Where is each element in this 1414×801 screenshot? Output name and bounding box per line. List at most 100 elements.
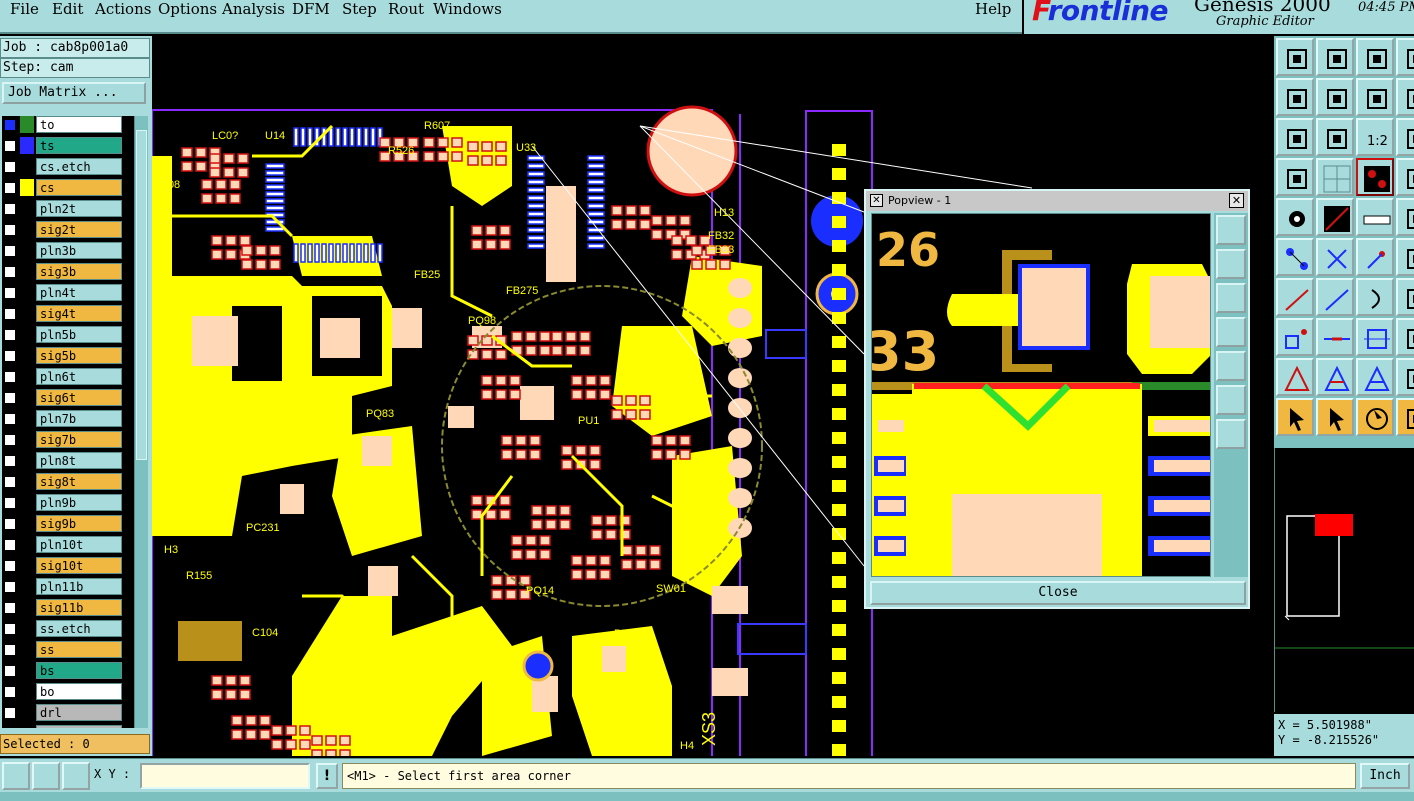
layer-row[interactable]: pln5b [2, 326, 122, 344]
units-button[interactable]: Inch [1360, 763, 1410, 789]
triangle-a-icon[interactable] [1276, 358, 1314, 396]
layer-color-swatch[interactable] [20, 158, 34, 175]
popview-tool-zoom-out-icon[interactable] [1216, 419, 1246, 449]
layer-checkbox[interactable] [4, 392, 16, 404]
cut-icon[interactable] [1316, 198, 1354, 236]
popview-tool-pan-left-icon[interactable] [1216, 317, 1246, 347]
menu-options[interactable]: Options [158, 0, 217, 18]
connect-icon[interactable] [1276, 238, 1314, 276]
layer-name[interactable]: sig6t [36, 389, 122, 406]
layer-color-swatch[interactable] [20, 494, 34, 511]
layer-up-icon[interactable] [1276, 38, 1314, 76]
triangle-b-icon[interactable] [1316, 358, 1354, 396]
layer-row[interactable]: pln7b [2, 410, 122, 428]
layer-checkbox[interactable] [4, 329, 16, 341]
layer-name[interactable]: sig11b [36, 599, 122, 616]
layer-name[interactable]: ss.etch [36, 620, 122, 637]
layer-color-swatch[interactable] [20, 662, 34, 679]
layer-checkbox[interactable] [4, 497, 16, 509]
popview-tool-pan-right-icon[interactable] [1216, 351, 1246, 381]
layer-row[interactable]: pln10t [2, 536, 122, 554]
measure-mode-icon[interactable] [32, 762, 60, 790]
layer-checkbox[interactable] [4, 266, 16, 278]
menu-step[interactable]: Step [342, 0, 377, 18]
layer-name[interactable]: cs.etch [36, 158, 122, 175]
layer-checkbox[interactable] [4, 350, 16, 362]
zoom-center-icon[interactable] [1316, 118, 1354, 156]
layer-color-swatch[interactable] [20, 431, 34, 448]
layer-name[interactable]: bs [36, 662, 122, 679]
menu-analysis[interactable]: Analysis [222, 0, 285, 18]
layer-checkbox[interactable] [4, 602, 16, 614]
zoom-1to1-icon[interactable]: 1:2 [1356, 118, 1394, 156]
layer-name[interactable]: pln5b [36, 326, 122, 343]
layer-checkbox[interactable] [4, 287, 16, 299]
layer-checkbox[interactable] [4, 707, 16, 719]
popview-tool-pan-down-icon[interactable] [1216, 283, 1246, 313]
move-icon[interactable] [1276, 318, 1314, 356]
layer-color-swatch[interactable] [20, 284, 34, 301]
pointer-rotate-icon[interactable] [1356, 398, 1394, 436]
layer-row[interactable]: pln4t [2, 284, 122, 302]
popview-tool-pan-up-icon[interactable] [1216, 249, 1246, 279]
menu-help[interactable]: Help [975, 0, 1011, 18]
grid-icon[interactable] [1316, 158, 1354, 196]
cross-icon[interactable] [1316, 238, 1354, 276]
layer-name[interactable]: cs [36, 179, 122, 196]
layer-row[interactable]: pln11b [2, 578, 122, 596]
layer-row[interactable]: cs [2, 179, 122, 197]
line-icon[interactable] [1276, 278, 1314, 316]
pointer-4-icon[interactable] [1396, 398, 1414, 436]
layer-color-swatch[interactable] [20, 452, 34, 469]
menu-actions[interactable]: Actions [95, 0, 151, 18]
popview-tool-fit-icon[interactable] [1216, 215, 1246, 245]
layer-checkbox[interactable] [4, 413, 16, 425]
popview-window[interactable]: ✕ Popview - 1 ✕ 26 33 [864, 189, 1250, 609]
scrollbar-thumb[interactable] [136, 130, 147, 460]
triangle-c-icon[interactable] [1356, 358, 1394, 396]
layer-row[interactable]: ss.etch [2, 620, 122, 638]
layer-name[interactable]: sig10t [36, 557, 122, 574]
layer-color-swatch[interactable] [20, 179, 34, 196]
layer-row[interactable]: sig10t [2, 557, 122, 575]
layer-color-swatch[interactable] [20, 473, 34, 490]
layer-color-swatch[interactable] [20, 620, 34, 637]
snap-icon[interactable] [1356, 318, 1394, 356]
layer-name[interactable]: pln7b [36, 410, 122, 427]
layer-color-swatch[interactable] [20, 410, 34, 427]
layer-color-swatch[interactable] [20, 704, 34, 721]
pad-icon[interactable] [1276, 198, 1314, 236]
pointer-icon[interactable] [1276, 398, 1314, 436]
layer-name[interactable]: sig8t [36, 473, 122, 490]
menu-dfm[interactable]: DFM [292, 0, 330, 18]
zoom-4-icon[interactable] [1396, 118, 1414, 156]
job-matrix-button[interactable]: Job Matrix ... [2, 82, 146, 104]
layer-checkbox[interactable] [4, 308, 16, 320]
layer-row[interactable]: ss [2, 641, 122, 659]
layer-color-swatch[interactable] [20, 368, 34, 385]
overview-map[interactable] [1274, 448, 1414, 712]
layer-color-swatch[interactable] [20, 242, 34, 259]
layer-checkbox[interactable] [4, 203, 16, 215]
snap-4-icon[interactable] [1396, 318, 1414, 356]
layer-name[interactable]: pln3b [36, 242, 122, 259]
layer-row[interactable]: sig2t [2, 221, 122, 239]
layer-color-swatch[interactable] [20, 683, 34, 700]
layer-checkbox[interactable] [4, 644, 16, 656]
layer-name[interactable]: sig5b [36, 347, 122, 364]
layer-color-swatch[interactable] [20, 347, 34, 364]
layer-row[interactable]: pln6t [2, 368, 122, 386]
layer-name[interactable]: sig7b [36, 431, 122, 448]
layer-row[interactable]: sig5b [2, 347, 122, 365]
layer-color-swatch[interactable] [20, 137, 34, 154]
layer-name[interactable]: pln8t [36, 452, 122, 469]
layer-row[interactable]: sig3b [2, 263, 122, 281]
layer-checkbox[interactable] [4, 224, 16, 236]
layer-row[interactable]: sig7b [2, 431, 122, 449]
arc-4-icon[interactable] [1396, 278, 1414, 316]
home-icon[interactable] [1356, 38, 1394, 76]
menu-edit[interactable]: Edit [52, 0, 83, 18]
select-net-icon[interactable] [1356, 158, 1394, 196]
layer-checkbox[interactable] [4, 539, 16, 551]
layer-row[interactable]: ldi [2, 725, 122, 728]
